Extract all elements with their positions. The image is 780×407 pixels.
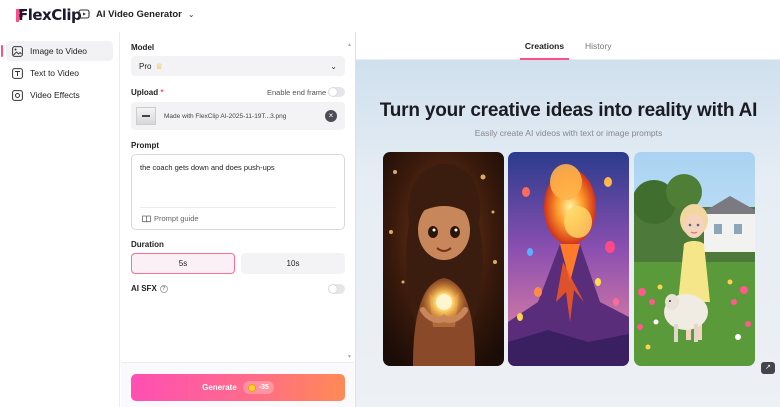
required-mark: * [160,88,164,97]
generate-label: Generate [202,383,237,392]
image-video-icon [12,45,23,57]
collapse-icon[interactable]: ↗ [761,362,775,374]
video-effects-icon [12,89,23,101]
chevron-down-icon: ⌄ [187,9,195,19]
info-icon[interactable]: ? [159,285,168,293]
scroll-down-icon[interactable]: ▼ [347,354,352,360]
duration-option-10s[interactable]: 10s [241,253,345,274]
text-video-icon [12,67,23,79]
content-tabs: Creations History [356,32,780,60]
upload-file-name: Made with FlexClip AI-2025-11-19T...3.pn… [164,112,287,120]
end-frame-label: Enable end frame [267,88,327,97]
tool-selector-dropdown[interactable]: AI Video Generator ⌄ [78,8,195,20]
sidebar-item-label: Image to Video [30,46,88,56]
prompt-text: the coach gets down and does push-ups [140,163,275,172]
prompt-guide-label: Prompt guide [154,214,199,223]
upload-label: Upload * [131,88,163,97]
prompt-textarea[interactable]: the coach gets down and does push-ups Pr… [131,154,345,230]
chevron-down-icon: ⌄ [330,61,337,71]
model-value: Pro [139,61,152,71]
ai-sfx-label: AI SFX? [131,284,168,293]
sample-image-girl-with-lamb[interactable] [634,152,755,366]
sample-image-volcano[interactable] [508,152,629,366]
credit-cost: -35 [258,384,269,391]
scroll-up-icon[interactable]: ▲ [347,42,352,48]
sidebar-item-label: Video Effects [30,90,80,100]
sidebar-item-text-to-video[interactable]: Text to Video [6,63,113,83]
model-select[interactable]: Pro ♕ ⌄ [131,56,345,76]
hero-title: Turn your creative ideas into reality wi… [379,100,758,121]
remove-upload-button[interactable]: × [325,110,337,122]
sample-image-girl-glowing-orb[interactable] [383,152,504,366]
hero-section: Turn your creative ideas into reality wi… [356,60,780,407]
coin-icon [247,383,256,392]
hero-subtitle: Easily create AI videos with text or ima… [474,128,663,138]
duration-option-5s[interactable]: 5s [131,253,235,274]
generate-footer: Generate -35 [121,362,354,407]
tool-selector-label: AI Video Generator [96,8,182,20]
sidebar-item-label: Text to Video [30,68,79,78]
generate-button[interactable]: Generate -35 [131,374,345,401]
ai-sfx-label-text: AI SFX [131,284,157,293]
duration-option-label: 10s [286,259,300,268]
upload-label-text: Upload [131,88,159,97]
sidebar-item-video-effects[interactable]: Video Effects [6,85,113,105]
crown-icon: ♕ [155,61,163,71]
book-icon [142,215,151,222]
sidebar-item-image-to-video[interactable]: Image to Video [1,41,113,61]
prompt-guide-button[interactable]: Prompt guide [142,214,199,223]
duration-option-label: 5s [178,259,188,268]
tab-history[interactable]: History [585,32,611,60]
divider [140,207,336,208]
ai-video-icon [78,9,90,19]
model-label: Model [131,43,155,52]
top-bar: FlexClip AI Video Generator ⌄ [0,0,780,32]
upload-file-item[interactable]: Made with FlexClip AI-2025-11-19T...3.pn… [131,102,345,130]
uploaded-image-thumbnail [136,107,156,125]
end-frame-toggle[interactable] [328,87,345,97]
credit-cost-badge: -35 [242,381,274,394]
duration-label: Duration [131,240,164,249]
logo-text: FlexClip [18,6,82,24]
flexclip-logo[interactable]: FlexClip [14,6,82,24]
sidebar: Image to Video Text to Video Video Effec… [0,32,120,407]
main-content: Creations History Turn your creative ide… [355,32,780,407]
tab-creations[interactable]: Creations [520,32,569,60]
settings-panel: ▲ Model Pro ♕ ⌄ Upload * Enable end fram… [121,32,354,407]
prompt-label: Prompt [131,141,159,150]
ai-sfx-toggle[interactable] [328,284,345,294]
